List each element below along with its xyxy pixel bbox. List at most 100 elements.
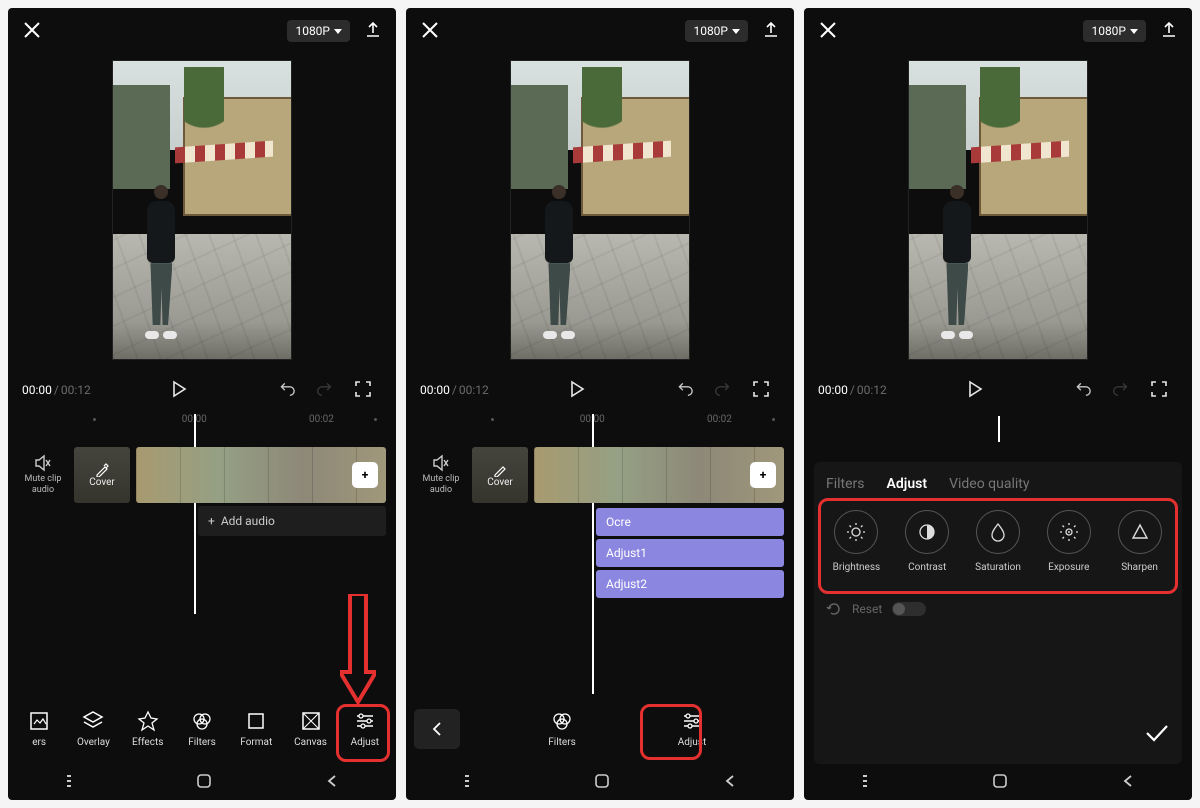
brightness-icon (845, 521, 867, 543)
mute-clip-button[interactable]: Mute clipaudio (416, 454, 466, 496)
video-frame (112, 60, 292, 360)
playhead[interactable] (194, 414, 196, 614)
tab-filters[interactable]: Filters (826, 476, 865, 492)
tool-overlay[interactable]: Overlay (68, 706, 118, 752)
add-clip-button[interactable]: + (352, 462, 378, 488)
caret-down-icon (732, 29, 740, 34)
nav-recents[interactable] (463, 774, 481, 791)
resolution-button[interactable]: 1080P (1083, 20, 1146, 42)
tool-adjust[interactable]: Adjust (667, 706, 717, 752)
screenshot-panel-1: 1080P 00:00 / 00:12 (8, 8, 396, 800)
timeline-mini[interactable] (804, 410, 1192, 444)
tab-adjust[interactable]: Adjust (887, 476, 928, 492)
video-preview[interactable] (804, 50, 1192, 370)
adjust-sharpen[interactable]: Sharpen (1109, 510, 1170, 573)
nav-back[interactable] (325, 774, 339, 791)
export-button[interactable] (1160, 21, 1178, 42)
playhead[interactable] (998, 416, 1000, 442)
adjust-contrast[interactable]: Contrast (897, 510, 958, 573)
play-icon (170, 380, 188, 398)
caret-down-icon (334, 29, 342, 34)
tool-effects[interactable]: Effects (123, 706, 173, 752)
export-button[interactable] (762, 21, 780, 42)
video-clip[interactable]: + (136, 447, 386, 503)
resolution-button[interactable]: 1080P (685, 20, 748, 42)
timeline[interactable]: Mute clipaudio Cover + Ocre Adjust1 Adju… (406, 436, 794, 598)
close-icon (22, 20, 42, 40)
tool-canvas[interactable]: Canvas (286, 706, 336, 752)
nav-home[interactable] (196, 773, 212, 792)
play-button[interactable] (568, 380, 586, 401)
reset-row: Reset (826, 601, 1170, 617)
undo-icon (676, 380, 694, 398)
tool-filters[interactable]: Filters (537, 706, 587, 752)
export-icon (762, 21, 780, 39)
nav-back[interactable] (1121, 774, 1135, 791)
redo-button (316, 380, 334, 401)
fullscreen-button[interactable] (752, 380, 770, 401)
tool-filters[interactable]: Filters (177, 706, 227, 752)
reset-icon (826, 601, 842, 617)
adjust-layer[interactable]: Adjust1 (596, 539, 784, 567)
timeline[interactable]: Mute clip audio Cover + + Add audio (8, 436, 396, 606)
tab-video-quality[interactable]: Video quality (949, 476, 1029, 492)
redo-button (1112, 380, 1130, 401)
tool-format[interactable]: Format (231, 706, 281, 752)
timeline-ruler[interactable]: 00:00 00:02 (8, 414, 396, 436)
nav-home[interactable] (594, 773, 610, 792)
adjust-brightness[interactable]: Brightness (826, 510, 887, 573)
undo-icon (1074, 380, 1092, 398)
mute-clip-button[interactable]: Mute clip audio (18, 454, 68, 496)
play-button[interactable] (966, 380, 984, 401)
video-preview[interactable] (8, 50, 396, 370)
confirm-button[interactable] (1144, 723, 1170, 746)
adjustments-row: Brightness Contrast Saturation Exposure … (826, 510, 1170, 573)
timeline-ruler[interactable]: 00:00 00:02 (406, 414, 794, 436)
redo-icon (1112, 380, 1130, 398)
video-frame (908, 60, 1088, 360)
reset-toggle[interactable] (892, 602, 926, 616)
exposure-icon (1058, 521, 1080, 543)
nav-recents[interactable] (861, 774, 879, 791)
screenshot-panel-3: 1080P 00:00 / 00:12 Filters Adjust V (804, 8, 1192, 800)
adjust-layer[interactable]: Ocre (596, 508, 784, 536)
sticker-icon (28, 710, 50, 732)
fullscreen-button[interactable] (1150, 380, 1168, 401)
adjust-sheet: Filters Adjust Video quality Brightness … (814, 462, 1182, 764)
fullscreen-icon (752, 380, 770, 398)
tool-adjust[interactable]: Adjust (340, 706, 390, 752)
speaker-mute-icon (34, 454, 52, 472)
pencil-icon (95, 463, 109, 477)
undo-button[interactable] (278, 380, 296, 401)
reset-label[interactable]: Reset (852, 602, 882, 616)
nav-recents[interactable] (65, 774, 83, 791)
video-preview[interactable] (406, 50, 794, 370)
export-button[interactable] (364, 21, 382, 42)
close-button[interactable] (818, 20, 838, 43)
cover-button[interactable]: Cover (472, 447, 528, 503)
add-audio-button[interactable]: + Add audio (198, 506, 386, 536)
caret-down-icon (1130, 29, 1138, 34)
adjust-saturation[interactable]: Saturation (968, 510, 1029, 573)
toolbar-back-button[interactable] (414, 709, 460, 749)
add-clip-button[interactable]: + (750, 462, 776, 488)
speaker-mute-icon (432, 454, 450, 472)
tool-stickers[interactable]: ers (14, 706, 64, 752)
nav-back[interactable] (723, 774, 737, 791)
play-button[interactable] (170, 380, 188, 401)
undo-button[interactable] (1074, 380, 1092, 401)
close-button[interactable] (420, 20, 440, 43)
cover-button[interactable]: Cover (74, 447, 130, 503)
adjust-exposure[interactable]: Exposure (1038, 510, 1099, 573)
fullscreen-button[interactable] (354, 380, 372, 401)
close-icon (420, 20, 440, 40)
video-clip[interactable]: + (534, 447, 784, 503)
filters-icon (191, 710, 213, 732)
close-button[interactable] (22, 20, 42, 43)
nav-home[interactable] (992, 773, 1008, 792)
adjust-layer[interactable]: Adjust2 (596, 570, 784, 598)
undo-button[interactable] (676, 380, 694, 401)
resolution-button[interactable]: 1080P (287, 20, 350, 42)
play-icon (966, 380, 984, 398)
saturation-icon (987, 521, 1009, 543)
